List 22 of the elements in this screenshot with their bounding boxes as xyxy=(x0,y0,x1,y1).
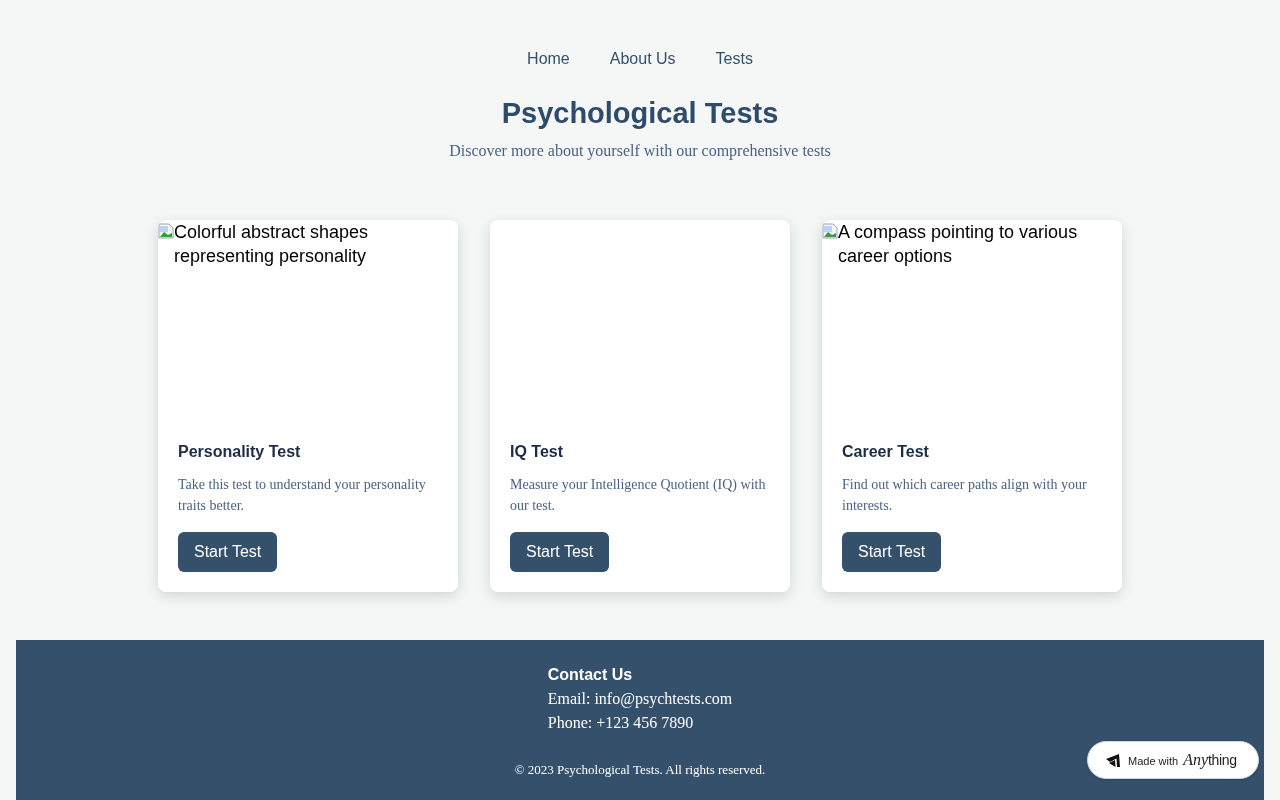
contact-heading: Contact Us xyxy=(547,665,634,685)
contact-email: Email: info@psychtests.com xyxy=(547,689,733,710)
card-description: Take this test to understand your personality traits better. xyxy=(178,476,427,515)
made-with-badge[interactable]: Made with Anything xyxy=(1087,741,1259,779)
start-test-button[interactable]: Start Test xyxy=(510,532,610,572)
contact-phone: Phone: +123 456 7890 xyxy=(547,713,695,733)
card-description: Find out which career paths align with your interests. xyxy=(842,476,1088,515)
image-alt-text: A compass pointing to various career options xyxy=(838,221,1079,268)
page-title: Psychological Tests xyxy=(501,96,779,131)
page-subtitle: Discover more about yourself with our comprehensive tests xyxy=(449,141,831,162)
copyright-text: © 2023 Psychological Tests. All rights reserved. xyxy=(514,761,766,779)
nav-link[interactable]: Tests xyxy=(715,47,753,71)
card-title: Personality Test xyxy=(178,442,301,462)
nav-link[interactable]: About Us xyxy=(609,47,676,71)
nav-link[interactable]: Home xyxy=(527,47,570,71)
card-description: Measure your Intelligence Quotient (IQ) with our test. xyxy=(510,476,767,515)
start-test-button[interactable]: Start Test xyxy=(178,532,278,572)
card-title: IQ Test xyxy=(510,442,564,462)
start-test-button[interactable]: Start Test xyxy=(842,532,942,572)
image-alt-text: Colorful abstract shapes representing personality xyxy=(174,221,370,268)
card-title: Career Test xyxy=(842,442,929,462)
wing-logo-icon xyxy=(1106,753,1120,767)
